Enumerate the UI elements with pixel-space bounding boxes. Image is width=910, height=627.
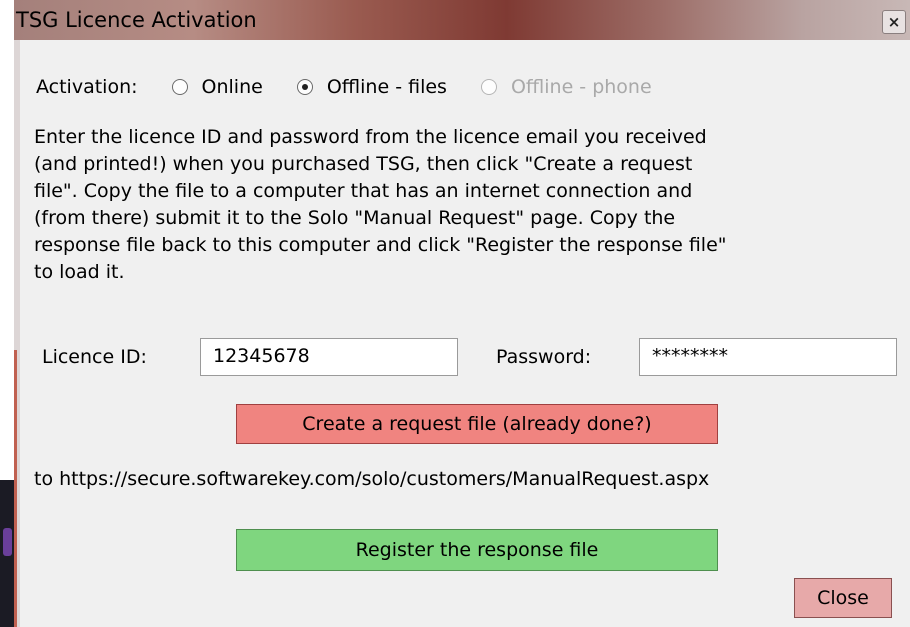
desktop-icon	[3, 528, 12, 556]
create-request-file-button[interactable]: Create a request file (already done?)	[236, 404, 718, 444]
radio-offline-files-label: Offline - files	[326, 76, 447, 98]
password-field[interactable]: ********	[639, 338, 897, 376]
radio-online[interactable]: Online	[171, 76, 263, 98]
licence-id-label: Licence ID:	[42, 346, 147, 368]
radio-online-indicator[interactable]	[171, 79, 188, 95]
radio-offline-files-indicator[interactable]	[296, 79, 313, 95]
instructions-text: Enter the licence ID and password from t…	[34, 126, 727, 283]
manual-request-url: to https://secure.softwarekey.com/solo/c…	[34, 468, 710, 490]
radio-offline-phone: Offline - phone	[480, 76, 652, 98]
radio-offline-files[interactable]: Offline - files	[296, 76, 447, 98]
licence-id-field[interactable]: 12345678	[200, 338, 458, 376]
radio-online-label: Online	[201, 76, 263, 98]
password-label: Password:	[496, 346, 592, 368]
window-border-accent	[14, 350, 17, 627]
close-window-button[interactable]: ×	[882, 10, 906, 34]
register-response-file-button[interactable]: Register the response file	[236, 529, 718, 571]
title-bar[interactable]: TSG Licence Activation ×	[14, 0, 910, 40]
activation-options: Activation: Online Offline - files Offli…	[36, 70, 652, 104]
window-title: TSG Licence Activation	[16, 8, 257, 32]
dialog-body: Activation: Online Offline - files Offli…	[20, 40, 904, 621]
close-button[interactable]: Close	[794, 578, 892, 618]
close-icon: ×	[887, 13, 901, 31]
radio-offline-phone-label: Offline - phone	[510, 76, 652, 98]
licence-activation-dialog: TSG Licence Activation × Activation: Onl…	[14, 0, 910, 627]
radio-offline-phone-indicator	[480, 79, 497, 95]
activation-label: Activation:	[36, 76, 138, 98]
